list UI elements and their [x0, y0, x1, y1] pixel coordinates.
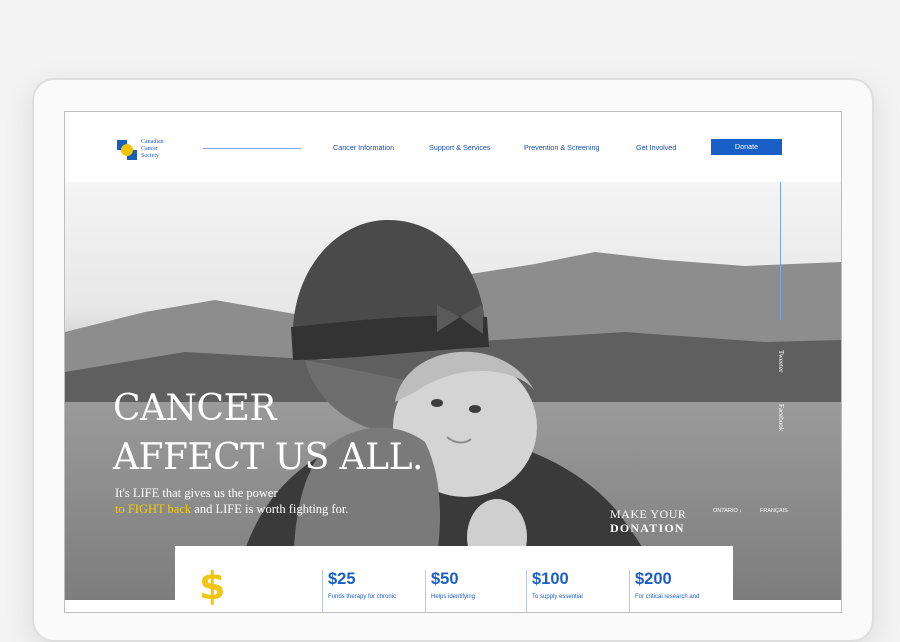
hero-headline: CANCER AFFECT US ALL. [113, 384, 423, 482]
logo[interactable]: Canadian Cancer Society [117, 139, 164, 160]
tagline-line: It's LIFE that gives us the power [115, 486, 278, 500]
nav-prevention-screening[interactable]: Prevention & Screening [524, 143, 600, 152]
tagline-highlight: to FIGHT back [115, 502, 192, 516]
dollar-icon: $ [199, 564, 226, 608]
tier-amount: $200 [635, 570, 672, 588]
donation-panel: $ $25 Funds therapy for chronic $50 Help… [175, 546, 733, 612]
donation-tier[interactable]: $200 For critical research and [629, 570, 700, 612]
donation-tier[interactable]: $50 Helps identifying [425, 570, 476, 612]
social-divider [780, 175, 781, 320]
tagline-line: to FIGHT back and LIFE is worth fighting… [115, 501, 348, 517]
tier-description: For critical research and [635, 594, 700, 600]
header-divider [203, 148, 301, 149]
tier-amount: $100 [532, 570, 569, 588]
facebook-link[interactable]: Facebook [777, 404, 785, 431]
tier-description: Helps identifying [431, 594, 476, 600]
logo-text: Canadian Cancer Society [141, 139, 164, 160]
nav-support-services[interactable]: Support & Services [429, 143, 491, 152]
site-header: Canadian Cancer Society Cancer Informati… [65, 112, 841, 182]
donation-tier[interactable]: $100 To supply essential [526, 570, 583, 612]
make-donation-line: MAKE YOUR [610, 507, 687, 521]
hero-tagline: It's LIFE that gives us the power to FIG… [115, 485, 348, 517]
language-link[interactable]: FRANÇAIS [760, 508, 788, 514]
twitter-link[interactable]: Tweeter [777, 350, 785, 372]
logo-line: Society [141, 153, 159, 159]
nav-get-involved[interactable]: Get Involved [636, 143, 676, 152]
region-selector[interactable]: ONTARIO ↓ [713, 508, 742, 514]
donation-tier[interactable]: $25 Funds therapy for chronic [322, 570, 397, 612]
tier-amount: $25 [328, 570, 356, 588]
logo-line: Cancer [141, 146, 158, 152]
logo-line: Canadian [141, 139, 164, 145]
tier-amount: $50 [431, 570, 459, 588]
tier-description: To supply essential [532, 594, 583, 600]
headline-line: CANCER [113, 388, 276, 429]
make-donation-heading[interactable]: MAKE YOUR DONATION [610, 507, 686, 535]
nav-cancer-information[interactable]: Cancer Information [333, 143, 394, 152]
tagline-rest: and LIFE is worth fighting for. [191, 502, 349, 516]
headline-line: AFFECT US ALL. [113, 437, 423, 478]
donate-button[interactable]: Donate [711, 139, 782, 155]
logo-icon [117, 139, 137, 160]
browser-screen: Canadian Cancer Society Cancer Informati… [64, 111, 842, 613]
make-donation-line: DONATION [610, 521, 685, 535]
tier-description: Funds therapy for chronic [328, 594, 397, 600]
